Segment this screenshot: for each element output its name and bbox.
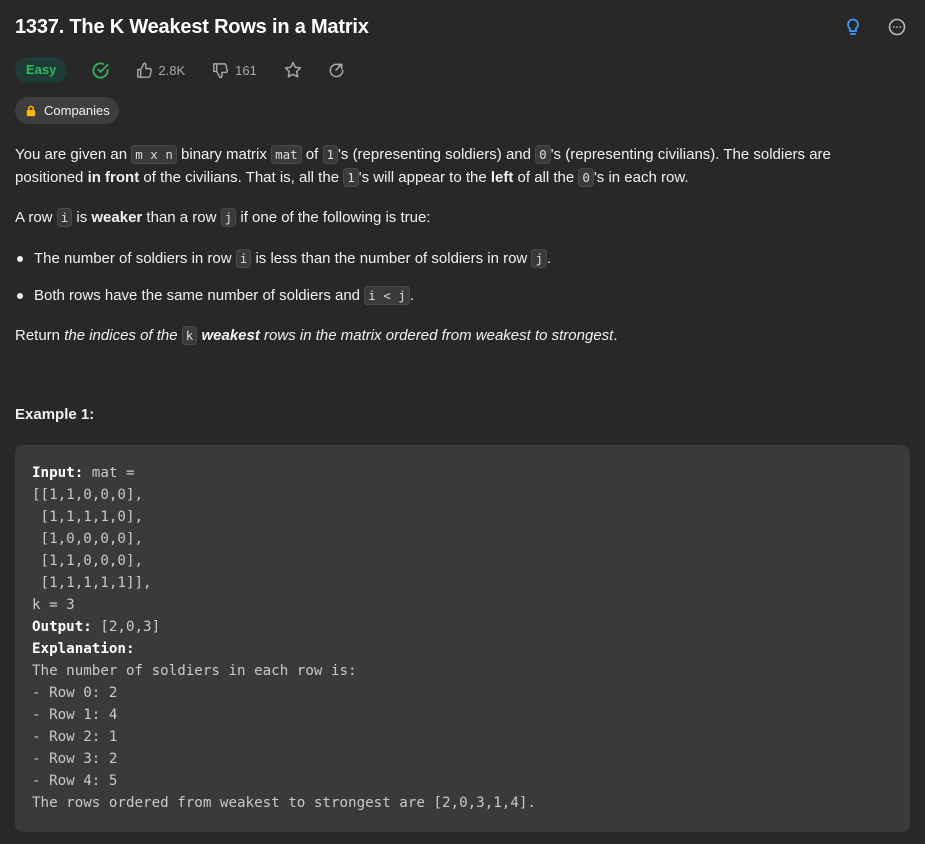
inline-code: 0 [578, 168, 594, 187]
output-label: Output: [32, 619, 92, 635]
inline-code: 0 [535, 145, 551, 164]
problem-meta-bar: Easy 2.8K 161 [15, 56, 346, 84]
inline-code: mat [271, 145, 302, 164]
explanation-line: - Row 4: 5 [32, 773, 118, 789]
like-count: 2.8K [158, 62, 186, 78]
input-line: [1,1,1,1,1]], [32, 575, 152, 591]
description-paragraph-1: You are given an m x n binary matrix mat… [15, 145, 831, 187]
inline-code: i < j [364, 286, 410, 305]
explanation-line: - Row 2: 1 [32, 729, 118, 745]
check-circle-icon [91, 61, 110, 80]
example-heading: Example 1: [15, 406, 95, 423]
dislike-button[interactable]: 161 [211, 61, 257, 80]
output-value: [2,0,3] [91, 619, 161, 635]
problem-title: 1337. The K Weakest Rows in a Matrix [15, 16, 369, 38]
explanation-line: The rows ordered from weakest to stronge… [32, 795, 536, 811]
dislike-count: 161 [235, 62, 257, 78]
list-item: Both rows have the same number of soldie… [15, 284, 414, 307]
bullet-dot [17, 293, 23, 299]
star-icon [283, 60, 303, 80]
lightbulb-icon[interactable] [843, 17, 863, 37]
ellipsis-circle-icon[interactable] [887, 17, 907, 37]
difficulty-badge: Easy [15, 57, 68, 83]
explanation-label: Explanation: [32, 641, 135, 657]
companies-tag[interactable]: Companies [15, 97, 119, 124]
inline-code: i [235, 249, 252, 268]
list-item: The number of soldiers in row i is less … [15, 247, 551, 270]
thumbs-up-icon [135, 61, 154, 80]
input-label: Input: [32, 465, 84, 481]
inline-code: i [56, 208, 73, 227]
lock-icon [25, 105, 37, 117]
share-icon [327, 61, 346, 80]
inline-code: j [220, 208, 237, 227]
example-content: Input: mat = [[1,1,0,0,0], [1,1,1,1,0], … [32, 462, 536, 814]
bullet-dot [17, 256, 23, 262]
input-line: [1,1,1,1,0], [32, 509, 144, 525]
description-paragraph-2: A row i is weaker than a row j if one of… [15, 208, 431, 227]
thumbs-down-icon [211, 61, 230, 80]
inline-code: m x n [131, 145, 177, 164]
inline-code: 1 [343, 168, 359, 187]
input-line: [1,1,0,0,0], [32, 553, 144, 569]
explanation-line: The number of soldiers in each row is: [32, 663, 357, 679]
solved-status [91, 61, 110, 80]
share-button[interactable] [327, 61, 346, 80]
like-button[interactable]: 2.8K [135, 61, 185, 80]
input-line: [1,0,0,0,0], [32, 531, 144, 547]
companies-label: Companies [44, 103, 110, 118]
inline-code: k [181, 326, 198, 345]
input-line: k = 3 [32, 597, 75, 613]
explanation-line: - Row 0: 2 [32, 685, 118, 701]
input-line: mat = [83, 465, 135, 481]
favorite-button[interactable] [283, 60, 303, 80]
explanation-line: - Row 3: 2 [32, 751, 118, 767]
example-code-block: Input: mat = [[1,1,0,0,0], [1,1,1,1,0], … [15, 445, 910, 832]
description-paragraph-3: Return the indices of the k weakest rows… [15, 326, 618, 345]
explanation-line: - Row 1: 4 [32, 707, 118, 723]
input-line: [[1,1,0,0,0], [32, 487, 144, 503]
inline-code: j [531, 249, 547, 268]
inline-code: 1 [322, 145, 339, 164]
